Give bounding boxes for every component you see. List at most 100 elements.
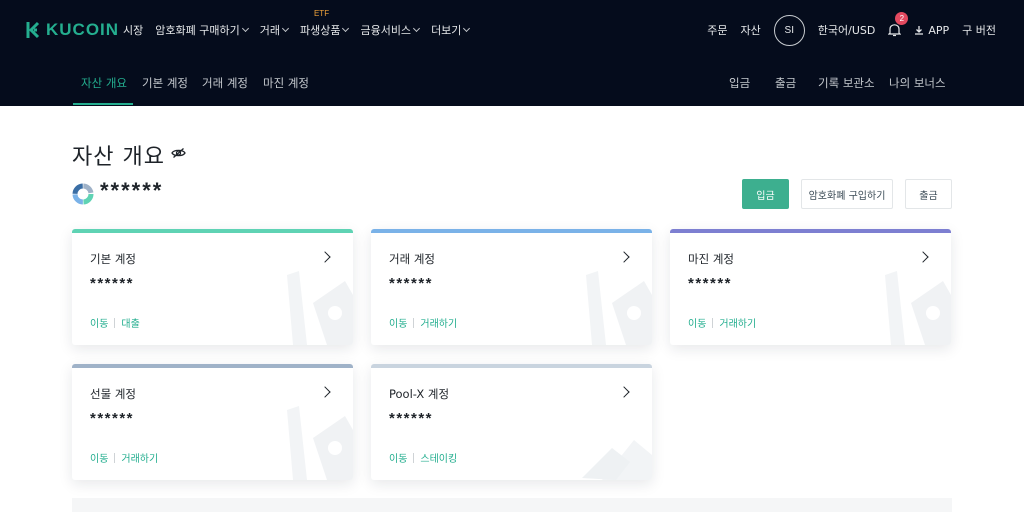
card-action-link[interactable]: 스테이킹 (420, 450, 457, 465)
nav-trade[interactable]: 거래 (259, 22, 290, 38)
card-title: 선물 계정 (90, 387, 136, 401)
kucoin-watermark-icon (287, 271, 353, 345)
old-version-link[interactable]: 구 버전 (962, 22, 996, 38)
card-accent-bar (371, 229, 652, 233)
kucoin-watermark-icon (586, 271, 652, 345)
divider (413, 452, 415, 463)
chevron-down-icon (463, 24, 471, 33)
chevron-right-icon[interactable] (618, 386, 630, 398)
nav-market-label: 시장 (123, 24, 144, 37)
chevron-down-icon (281, 24, 290, 33)
account-card-trade[interactable]: 거래 계정 ****** 이동 거래하기 (371, 229, 652, 345)
card-balance: ****** (90, 275, 135, 292)
card-balance: ****** (389, 410, 434, 427)
etf-tag: ETF (313, 9, 330, 18)
orders-link[interactable]: 주문 (707, 22, 727, 38)
card-action-link[interactable]: 거래하기 (420, 315, 457, 330)
nav-buy-crypto-label: 암호화폐 구매하기 (155, 24, 240, 37)
account-card-margin[interactable]: 마진 계정 ****** 이동 거래하기 (670, 229, 951, 345)
nav-finance-label: 금융서비스 (360, 24, 412, 37)
nav-more[interactable]: 더보기 (431, 22, 471, 38)
nav-trade-label: 거래 (259, 24, 280, 37)
account-card-poolx[interactable]: Pool-X 계정 ****** 이동 스테이킹 (371, 364, 652, 480)
card-action-link[interactable]: 대출 (121, 315, 139, 330)
tab-asset-overview[interactable]: 자산 개요 (81, 75, 127, 91)
user-nav: 주문 자산 SI 한국어/USD 2 APP 구 버전 (694, 0, 996, 60)
kucoin-logo-icon (26, 21, 40, 39)
divider (413, 317, 415, 328)
page-title: 자산 개요 (72, 145, 165, 170)
kucoin-logo[interactable]: KUCOIN (22, 20, 119, 40)
chevron-down-icon (413, 24, 421, 33)
tab-main-account[interactable]: 기본 계정 (142, 75, 188, 91)
language-selector[interactable]: 한국어/USD (818, 22, 876, 38)
card-actions: 이동 거래하기 (90, 450, 158, 465)
bell-icon (888, 24, 902, 37)
card-balance: ****** (389, 275, 434, 292)
nav-market[interactable]: 시장 (123, 22, 143, 38)
nav-derivatives-label: 파생상품 (299, 24, 341, 37)
nav-buy-crypto[interactable]: 암호화폐 구매하기 (155, 22, 249, 38)
chevron-down-icon (342, 24, 350, 33)
notifications-button[interactable]: 2 (888, 12, 909, 37)
subnav-history-link[interactable]: 기록 보관소 (818, 75, 875, 91)
transfer-link[interactable]: 이동 (90, 450, 108, 465)
notification-badge: 2 (895, 12, 909, 25)
asset-distribution-ring-icon (72, 183, 94, 205)
card-accent-bar (670, 229, 951, 233)
card-title: 거래 계정 (389, 252, 435, 266)
account-card-main[interactable]: 기본 계정 ****** 이동 대출 (72, 229, 353, 345)
buy-crypto-button[interactable]: 암호화폐 구입하기 (801, 179, 893, 209)
nav-finance[interactable]: 금융서비스 (360, 22, 421, 38)
eye-off-icon[interactable] (171, 147, 186, 159)
nav-derivatives[interactable]: ETF 파생상품 (299, 9, 350, 38)
card-actions: 이동 거래하기 (688, 315, 756, 330)
card-title: 기본 계정 (90, 252, 136, 266)
poolx-watermark-icon (582, 440, 652, 480)
subnav-deposit-link[interactable]: 입금 (729, 75, 750, 91)
card-actions: 이동 대출 (90, 315, 140, 330)
transfer-link[interactable]: 이동 (90, 315, 108, 330)
app-download-link[interactable]: APP (914, 24, 949, 37)
tab-margin-account[interactable]: 마진 계정 (263, 75, 309, 91)
account-card-futures[interactable]: 선물 계정 ****** 이동 거래하기 (72, 364, 353, 480)
card-action-link[interactable]: 거래하기 (121, 450, 158, 465)
total-balance: ****** (100, 178, 164, 203)
asset-subnav: 자산 개요 기본 계정 거래 계정 마진 계정 입금 출금 기록 보관소 나의 … (0, 60, 1024, 106)
tab-trade-account[interactable]: 거래 계정 (202, 75, 248, 91)
card-accent-bar (371, 364, 652, 368)
subnav-withdraw-link[interactable]: 출금 (775, 75, 796, 91)
top-navbar: KUCOIN 시장 암호화폐 구매하기 거래 ETF 파생상품 금융서비스 더보기… (0, 0, 1024, 60)
card-accent-bar (72, 364, 353, 368)
assets-link[interactable]: 자산 (741, 22, 761, 38)
nav-more-label: 더보기 (431, 24, 462, 37)
avatar[interactable]: SI (773, 14, 805, 46)
card-accent-bar (72, 229, 353, 233)
divider (712, 317, 714, 328)
app-label: APP (928, 23, 950, 37)
transfer-link[interactable]: 이동 (389, 450, 407, 465)
card-title: Pool-X 계정 (389, 387, 450, 401)
download-icon (915, 26, 924, 35)
divider (114, 317, 116, 328)
bottom-section (72, 498, 952, 512)
chevron-down-icon (241, 24, 249, 33)
transfer-link[interactable]: 이동 (688, 315, 706, 330)
card-actions: 이동 스테이킹 (389, 450, 457, 465)
main-nav: 시장 암호화폐 구매하기 거래 ETF 파생상품 금융서비스 더보기 (123, 0, 481, 60)
transfer-link[interactable]: 이동 (389, 315, 407, 330)
card-action-link[interactable]: 거래하기 (719, 315, 756, 330)
card-title: 마진 계정 (688, 252, 734, 266)
withdraw-button[interactable]: 출금 (905, 179, 952, 209)
card-balance: ****** (90, 410, 135, 427)
divider (114, 452, 116, 463)
kucoin-watermark-icon (287, 406, 353, 480)
subnav-bonus-link[interactable]: 나의 보너스 (889, 75, 946, 91)
kucoin-watermark-icon (885, 271, 951, 345)
deposit-button[interactable]: 입금 (742, 179, 789, 209)
avatar-wrap: SI (773, 14, 805, 46)
card-actions: 이동 거래하기 (389, 315, 457, 330)
card-balance: ****** (688, 275, 733, 292)
brand-name: KUCOIN (46, 20, 120, 39)
active-tab-indicator (73, 103, 133, 105)
